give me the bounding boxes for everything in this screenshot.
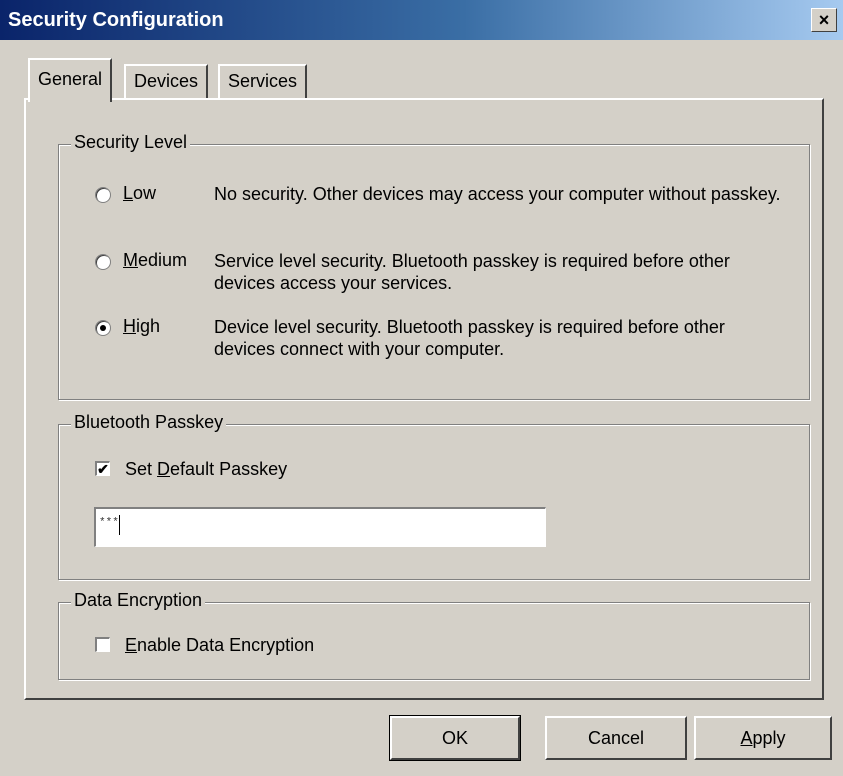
tab-devices[interactable]: Devices — [124, 64, 209, 100]
text-caret — [118, 515, 120, 535]
tab-label: General — [38, 69, 103, 89]
cancel-button[interactable]: Cancel — [545, 716, 687, 760]
enable-data-encryption-checkbox[interactable] — [95, 637, 110, 652]
close-icon: × — [818, 10, 830, 30]
radio-medium-label[interactable]: Medium — [123, 250, 187, 271]
low-description: No security. Other devices may access yo… — [214, 184, 781, 204]
ok-button-label: OK — [441, 727, 468, 748]
radio-high[interactable] — [95, 320, 111, 336]
ok-button[interactable]: OK — [389, 715, 521, 761]
high-description: Device level security. Bluetooth passkey… — [214, 317, 725, 359]
radio-medium[interactable] — [95, 254, 111, 270]
radio-selected-dot — [100, 325, 106, 331]
group-title: Data Encryption — [71, 590, 206, 611]
cancel-button-label: Cancel — [587, 727, 645, 748]
radio-low[interactable] — [95, 187, 111, 203]
radio-low-label[interactable]: Low — [123, 183, 156, 204]
security-level-group: Security Level Low No security. Other de… — [58, 132, 810, 400]
tab-services[interactable]: Services — [218, 64, 308, 100]
data-encryption-group: Data Encryption Enable Data Encryption — [58, 590, 810, 680]
title-bar: Security Configuration × — [0, 0, 843, 40]
apply-button[interactable]: Apply — [694, 716, 832, 760]
passkey-input[interactable]: *** — [94, 507, 546, 547]
apply-button-label: Apply — [740, 727, 786, 748]
tab-general[interactable]: General — [28, 58, 113, 102]
general-tab-panel: Security Level Low No security. Other de… — [24, 98, 824, 700]
bluetooth-passkey-group: Bluetooth Passkey ✔ Set Default Passkey … — [58, 412, 810, 580]
window-title: Security Configuration — [8, 9, 224, 31]
group-title: Security Level — [71, 132, 191, 153]
tab-label: Services — [228, 71, 298, 91]
medium-description: Service level security. Bluetooth passke… — [214, 251, 730, 293]
tab-label: Devices — [134, 71, 199, 91]
group-title: Bluetooth Passkey — [71, 412, 227, 433]
set-default-passkey-checkbox[interactable]: ✔ — [95, 461, 110, 476]
radio-high-label[interactable]: High — [123, 316, 160, 337]
close-button[interactable]: × — [811, 8, 837, 32]
enable-data-encryption-label[interactable]: Enable Data Encryption — [125, 635, 314, 656]
checkmark-icon: ✔ — [97, 461, 109, 477]
set-default-passkey-label[interactable]: Set Default Passkey — [125, 459, 287, 480]
